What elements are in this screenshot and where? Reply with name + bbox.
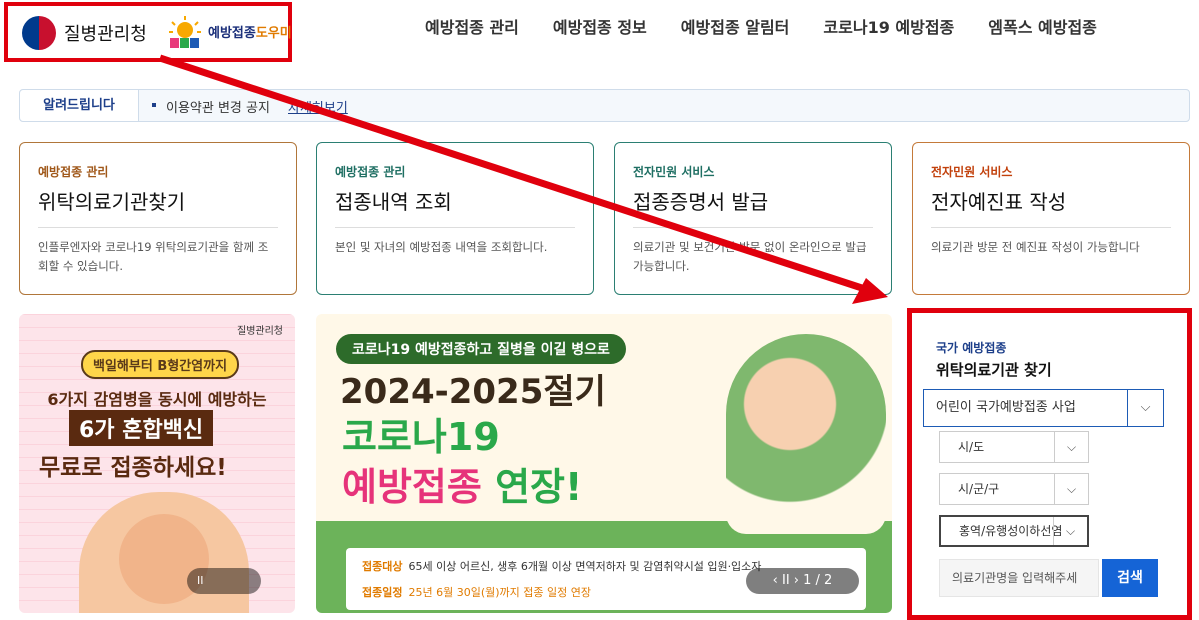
- chevron-down-icon: ⌵: [1053, 517, 1087, 545]
- slider-pager[interactable]: ‹ II › 1 / 2: [746, 568, 859, 594]
- banner-tag: 백일해부터 B형간염까지: [81, 350, 240, 379]
- card-find-clinic[interactable]: 예방접종 관리 위탁의료기관찾기 인플루엔자와 코로나19 위탁의료기관을 함께…: [19, 142, 297, 295]
- card-category: 전자민원 서비스: [633, 165, 715, 179]
- nip-name: 예방접종도우미: [208, 26, 292, 41]
- nip-logo-icon: [169, 16, 201, 48]
- card-description: 본인 및 자녀의 예방접종 내역을 조회합니다.: [335, 240, 548, 254]
- search-button[interactable]: 검색: [1102, 559, 1158, 597]
- notice-text[interactable]: 이용약관 변경 공지: [166, 97, 270, 116]
- card-title: 위탁의료기관찾기: [38, 186, 278, 228]
- banner-tag: 코로나19 예방접종하고 질병을 이길 병으로: [336, 334, 626, 364]
- main-nav: 예방접종 관리 예방접종 정보 예방접종 알림터 코로나19 예방접종 엠폭스 …: [408, 16, 1114, 40]
- clinic-search-panel: 국가 예방접종 위탁의료기관 찾기 어린이 국가예방접종 사업 ⌵ 시/도 ⌵ …: [907, 308, 1192, 620]
- banner-line3: 무료로 접종하세요!: [39, 455, 227, 481]
- program-select[interactable]: 어린이 국가예방접종 사업 ⌵: [923, 389, 1164, 427]
- card-certificate[interactable]: 전자민원 서비스 접종증명서 발급 의료기관 및 보건기관 방문 없이 온라인으…: [614, 142, 892, 295]
- banner-line1: 코로나19: [342, 415, 500, 459]
- nav-mpox-vaccination[interactable]: 엠폭스 예방접종: [971, 16, 1114, 40]
- card-title: 전자예진표 작성: [931, 186, 1171, 228]
- card-description: 인플루엔자와 코로나19 위탁의료기관을 함께 조회할 수 있습니다.: [38, 240, 269, 273]
- chevron-down-icon: ⌵: [1127, 390, 1163, 426]
- search-title: 위탁의료기관 찾기: [936, 361, 1052, 379]
- card-e-questionnaire[interactable]: 전자민원 서비스 전자예진표 작성 의료기관 방문 전 예진표 작성이 가능합니…: [912, 142, 1190, 295]
- card-vaccination-history[interactable]: 예방접종 관리 접종내역 조회 본인 및 자녀의 예방접종 내역을 조회합니다.: [316, 142, 594, 295]
- logo-area[interactable]: 질병관리청 예방접종도우미: [4, 2, 292, 62]
- card-category: 예방접종 관리: [38, 165, 109, 179]
- kdca-name: 질병관리청: [64, 24, 147, 45]
- kdca-logo-icon: [22, 16, 56, 50]
- banner-schedule-row: 접종일정 25년 6월 30일(월)까지 접종 일정 연장: [362, 586, 591, 599]
- chevron-down-icon: ⌵: [1054, 474, 1088, 504]
- banner-target-row: 접종대상 65세 이상 어르신, 생후 6개월 이상 면역저하자 및 감염취약시설…: [362, 560, 762, 573]
- notice-label: 알려드립니다: [20, 90, 139, 121]
- family-illustration: [726, 334, 886, 534]
- nav-vaccination-notice[interactable]: 예방접종 알림터: [664, 16, 807, 40]
- chevron-down-icon: ⌵: [1054, 432, 1088, 462]
- clinic-name-input[interactable]: 의료기관명을 입력해주세: [939, 559, 1099, 597]
- header: 질병관리청 예방접종도우미 예방접종 관리 예방접종 정보 예방접종 알림터 코…: [0, 0, 1199, 70]
- card-description: 의료기관 및 보건기관 방문 없이 온라인으로 발급가능합니다.: [633, 240, 867, 273]
- card-title: 접종내역 조회: [335, 186, 575, 228]
- notice-detail-link[interactable]: 자세히보기: [288, 97, 348, 116]
- pause-button[interactable]: II: [187, 568, 261, 594]
- sido-select[interactable]: 시/도 ⌵: [939, 431, 1089, 463]
- search-category: 국가 예방접종: [936, 341, 1007, 355]
- card-category: 전자민원 서비스: [931, 165, 1013, 179]
- banner-line1: 6가지 감염병을 동시에 예방하는: [47, 390, 267, 409]
- bullet-icon: [152, 103, 156, 107]
- banner-line2: 예방접종 연장!: [342, 465, 583, 509]
- nav-vaccination-info[interactable]: 예방접종 정보: [536, 16, 664, 40]
- card-title: 접종증명서 발급: [633, 186, 873, 228]
- vaccine-select[interactable]: 홍역/유행성이하선염 ⌵: [939, 515, 1089, 547]
- banner-org: 질병관리청: [237, 326, 283, 337]
- banner-covid19-extension[interactable]: 코로나19 예방접종하고 질병을 이길 병으로 2024-2025절기 코로나1…: [316, 314, 892, 613]
- banner-line2: 6가 혼합백신: [69, 410, 214, 446]
- banner-hexavalent-vaccine[interactable]: 질병관리청 백일해부터 B형간염까지 6가지 감염병을 동시에 예방하는 6가 …: [19, 314, 295, 613]
- card-description: 의료기관 방문 전 예진표 작성이 가능합니다: [931, 240, 1140, 254]
- nav-vaccination-management[interactable]: 예방접종 관리: [408, 16, 536, 40]
- nav-covid19-vaccination[interactable]: 코로나19 예방접종: [806, 16, 971, 40]
- card-category: 예방접종 관리: [335, 165, 406, 179]
- notice-bar: 알려드립니다 이용약관 변경 공지 자세히보기: [19, 89, 1190, 122]
- sigungu-select[interactable]: 시/군/구 ⌵: [939, 473, 1089, 505]
